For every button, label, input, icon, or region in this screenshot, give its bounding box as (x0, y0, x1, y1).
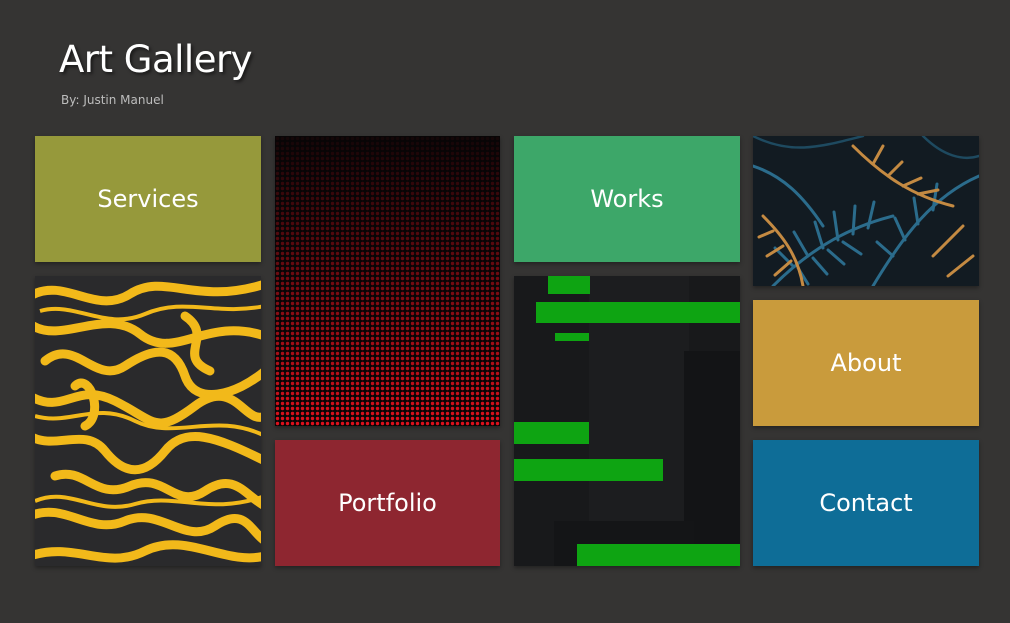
works-tile[interactable]: Works (514, 136, 740, 262)
works-label: Works (590, 185, 664, 213)
swirl-pattern-image (35, 276, 261, 566)
yellow-swirl-artwork[interactable] (35, 276, 261, 566)
green-bars-image (514, 276, 740, 566)
portfolio-label: Portfolio (338, 489, 437, 517)
about-label: About (830, 349, 902, 377)
leaves-pattern-image (753, 136, 979, 286)
author-byline: By: Justin Manuel (61, 93, 164, 107)
dot-grid-image (275, 136, 500, 426)
contact-label: Contact (819, 489, 913, 517)
tropical-leaves-artwork[interactable] (753, 136, 979, 286)
about-tile[interactable]: About (753, 300, 979, 426)
green-bars-artwork[interactable] (514, 276, 740, 566)
red-dots-artwork[interactable] (275, 136, 500, 426)
services-label: Services (97, 185, 199, 213)
portfolio-tile[interactable]: Portfolio (275, 440, 500, 566)
contact-tile[interactable]: Contact (753, 440, 979, 566)
services-tile[interactable]: Services (35, 136, 261, 262)
page-title: Art Gallery (59, 38, 253, 81)
